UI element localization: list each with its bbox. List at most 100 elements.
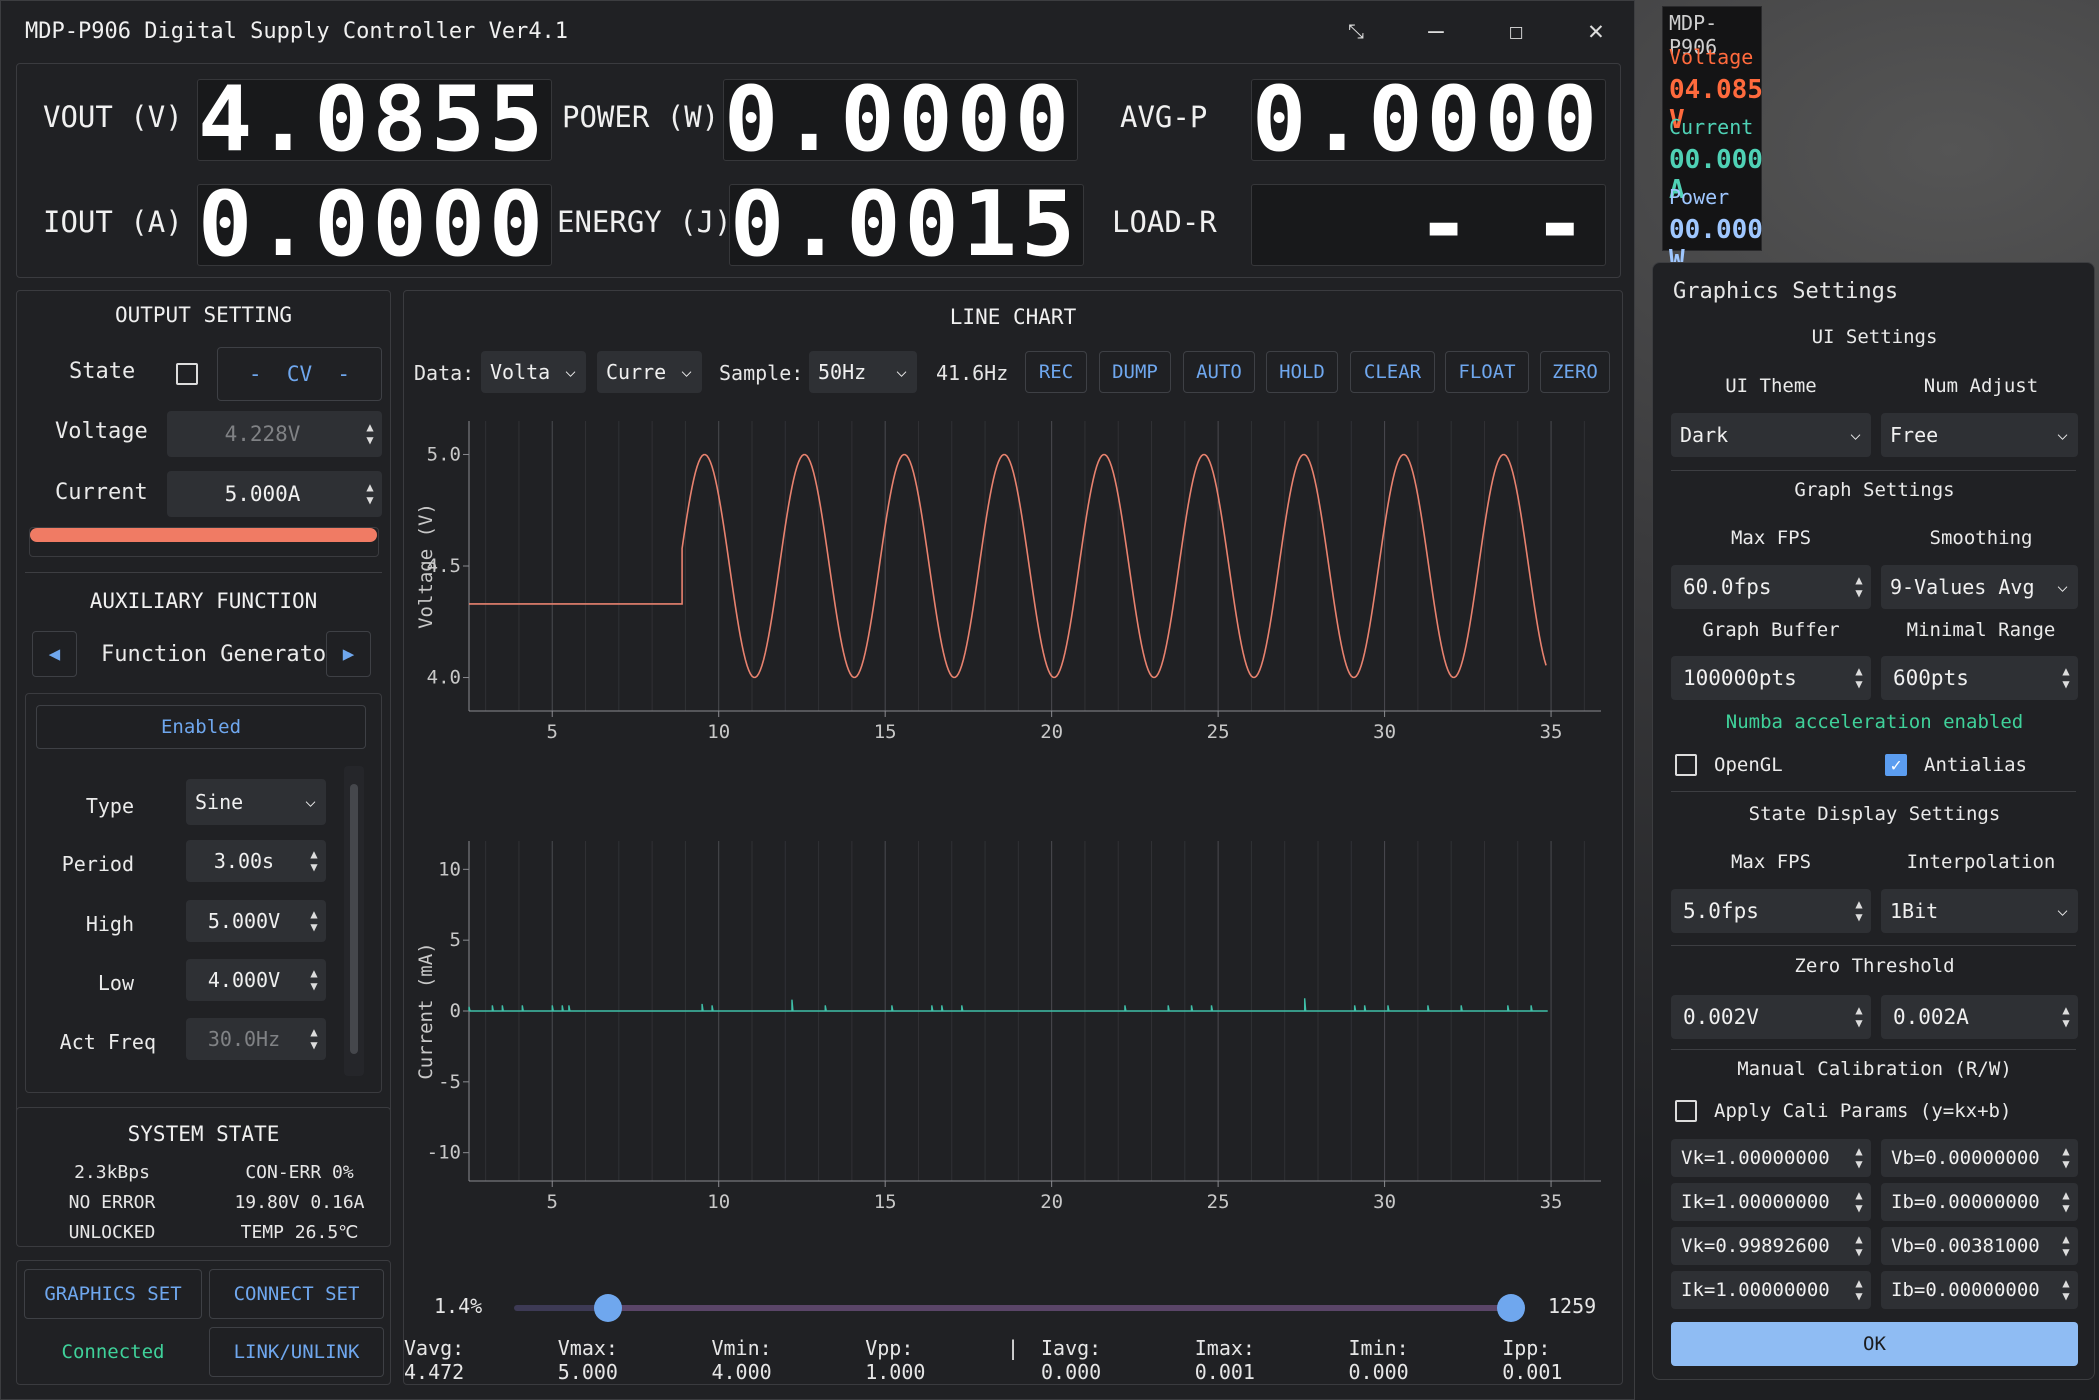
spin-arrows-icon[interactable]: ▲ ▼ [2054,1145,2078,1171]
spin-arrows-icon[interactable]: ▲ ▼ [1847,1004,1871,1030]
high-stepper[interactable]: 5.000V ▲ ▼ [186,900,326,942]
spin-arrows-icon[interactable]: ▲ ▼ [2054,1189,2078,1215]
graph-buffer-stepper[interactable]: 100000pts ▲ ▼ [1671,656,1871,700]
cal-vk1-stepper[interactable]: Vk=1.00000000 ▲ ▼ [1671,1139,1871,1177]
spin-arrows-icon[interactable]: ▲ ▼ [1847,665,1871,691]
ok-button[interactable]: OK [1671,1322,2078,1366]
clear-button[interactable]: CLEAR [1350,351,1435,393]
imax-stat: Imax: 0.001 [1194,1336,1255,1384]
vmax-stat: Vmax: 5.000 [557,1336,618,1384]
spin-arrows-icon[interactable]: ▲ ▼ [358,481,382,507]
iavg-stat: Iavg: 0.000 [1041,1336,1102,1384]
state-checkbox[interactable] [176,363,198,385]
slider-handle-right[interactable] [1497,1294,1525,1322]
x-tick-label: 30 [1373,1191,1396,1213]
spin-arrows-icon[interactable]: ▲ ▼ [1847,1145,1871,1171]
period-stepper[interactable]: 3.00s ▲ ▼ [186,840,326,882]
chart-area[interactable]: 5 10 15 20 25 30 354.04.55.0Voltage (V)5 10 15 20… [404,401,1622,1261]
output-setting-panel: OUTPUT SETTING State - CV - Voltage 4.22… [16,290,391,1116]
connect-set-button[interactable]: CONNECT SET [209,1269,384,1319]
sample-value: 50Hz [818,360,867,384]
spin-arrows-icon[interactable]: ▲ ▼ [2054,1233,2078,1259]
spin-arrows-icon[interactable]: ▲ ▼ [2054,1277,2078,1303]
float-button[interactable]: FLOAT [1445,351,1529,393]
error-text: NO ERROR [68,1192,156,1213]
hold-button[interactable]: HOLD [1266,351,1338,393]
y-axis-label: Voltage (V) [415,503,437,629]
spin-arrows-icon[interactable]: ▲ ▼ [302,967,326,993]
cal-ib2-value: Ib=0.00000000 [1891,1279,2040,1301]
zero-button[interactable]: ZERO [1540,351,1610,393]
slider-handle-left[interactable] [594,1294,623,1322]
cal-ib1-stepper[interactable]: Ib=0.00000000 ▲ ▼ [1881,1183,2078,1221]
cal-ik1-stepper[interactable]: Ik=1.00000000 ▲ ▼ [1671,1183,1871,1221]
cal-ib2-stepper[interactable]: Ib=0.00000000 ▲ ▼ [1881,1271,2078,1309]
apply-cali-checkbox[interactable] [1675,1100,1697,1122]
spin-arrows-icon[interactable]: ▲ ▼ [1847,1189,1871,1215]
output-progress [29,527,379,557]
spin-arrows-icon[interactable]: ▲ ▼ [358,421,382,447]
iout-label: IOUT (A) [43,205,183,239]
range-slider-track[interactable] [514,1294,1525,1322]
interpolation-dropdown[interactable]: 1Bit ⌵ [1881,889,2078,933]
y-tick-label: 0 [450,1000,461,1022]
voltage-stepper[interactable]: 4.228V ▲ ▼ [167,411,382,457]
cal-vb1-stepper[interactable]: Vb=0.00000000 ▲ ▼ [1881,1139,2078,1177]
type-dropdown[interactable]: Sine ⌵ [186,779,326,825]
enabled-button[interactable]: Enabled [36,705,366,749]
bottom-buttons-panel: GRAPHICS SET CONNECT SET Connected LINK/… [16,1260,391,1385]
spin-arrows-icon[interactable]: ▲ ▼ [302,908,326,934]
zero-v-value: 0.002V [1683,1005,1759,1029]
fullscreen-icon[interactable]: ⤡ [1326,11,1386,51]
minimal-range-stepper[interactable]: 600pts ▲ ▼ [1881,656,2078,700]
cal-vb2-value: Vb=0.00381000 [1891,1235,2040,1257]
titlebar: MDP-P906 Digital Supply Controller Ver4.… [1,1,1636,61]
opengl-checkbox[interactable] [1675,754,1697,776]
link-unlink-button[interactable]: LINK/UNLINK [209,1327,384,1377]
scrollbar[interactable] [344,766,364,1076]
num-adjust-dropdown[interactable]: Free ⌵ [1881,413,2078,457]
type-value: Sine [195,790,244,814]
auto-button[interactable]: AUTO [1183,351,1255,393]
ui-theme-dropdown[interactable]: Dark ⌵ [1671,413,1871,457]
graphics-set-button[interactable]: GRAPHICS SET [24,1269,202,1319]
data1-dropdown[interactable]: Volta ⌵ [481,351,586,393]
cal-vk2-stepper[interactable]: Vk=0.99892600 ▲ ▼ [1671,1227,1871,1265]
spin-arrows-icon[interactable]: ▲ ▼ [2054,665,2078,691]
max-fps-stepper[interactable]: 60.0fps ▲ ▼ [1671,565,1871,609]
rec-button[interactable]: REC [1025,351,1087,393]
current-stepper[interactable]: 5.000A ▲ ▼ [167,471,382,517]
spin-arrows-icon[interactable]: ▲ ▼ [1847,898,1871,924]
spin-arrows-icon[interactable]: ▲ ▼ [2054,1004,2078,1030]
next-function-button[interactable]: ▶ [326,631,371,677]
zero-v-stepper[interactable]: 0.002V ▲ ▼ [1671,995,1871,1039]
readouts-panel: VOUT (V) 4.0855 IOUT (A) 0.0000 POWER (W… [16,63,1621,278]
cal-ik2-stepper[interactable]: Ik=1.00000000 ▲ ▼ [1671,1271,1871,1309]
sd-max-fps-stepper[interactable]: 5.0fps ▲ ▼ [1671,889,1871,933]
prev-function-button[interactable]: ◀ [32,631,77,677]
data2-dropdown[interactable]: Curre ⌵ [597,351,702,393]
state-display-settings-title: State Display Settings [1748,803,2001,825]
scrollbar-thumb[interactable] [350,784,358,1054]
spin-arrows-icon[interactable]: ▲ ▼ [1847,574,1871,600]
x-tick-label: 20 [1040,1191,1063,1213]
zero-a-stepper[interactable]: 0.002A ▲ ▼ [1881,995,2078,1039]
maximize-button[interactable]: ☐ [1486,11,1546,51]
spin-arrows-icon[interactable]: ▲ ▼ [1847,1277,1871,1303]
avgp-value: 0.0000 [1251,75,1606,165]
cal-vb2-stepper[interactable]: Vb=0.00381000 ▲ ▼ [1881,1227,2078,1265]
spin-arrows-icon[interactable]: ▲ ▼ [302,848,326,874]
spin-arrows-icon[interactable]: ▲ ▼ [1847,1233,1871,1259]
antialias-checkbox[interactable]: ✓ [1885,754,1907,776]
sd-voltage-label: Voltage [1669,45,1754,69]
dump-button[interactable]: DUMP [1099,351,1171,393]
minimize-button[interactable]: — [1406,11,1466,51]
mode-indicator: - CV - [217,347,382,401]
sample-dropdown[interactable]: 50Hz ⌵ [809,351,917,393]
smoothing-dropdown[interactable]: 9-Values Avg ⌵ [1881,565,2078,609]
current-label: Current [55,480,148,505]
low-stepper[interactable]: 4.000V ▲ ▼ [186,959,326,1001]
close-button[interactable]: ✕ [1566,11,1626,51]
minimal-range-value: 600pts [1893,666,1969,690]
lock-text: UNLOCKED [68,1222,156,1243]
